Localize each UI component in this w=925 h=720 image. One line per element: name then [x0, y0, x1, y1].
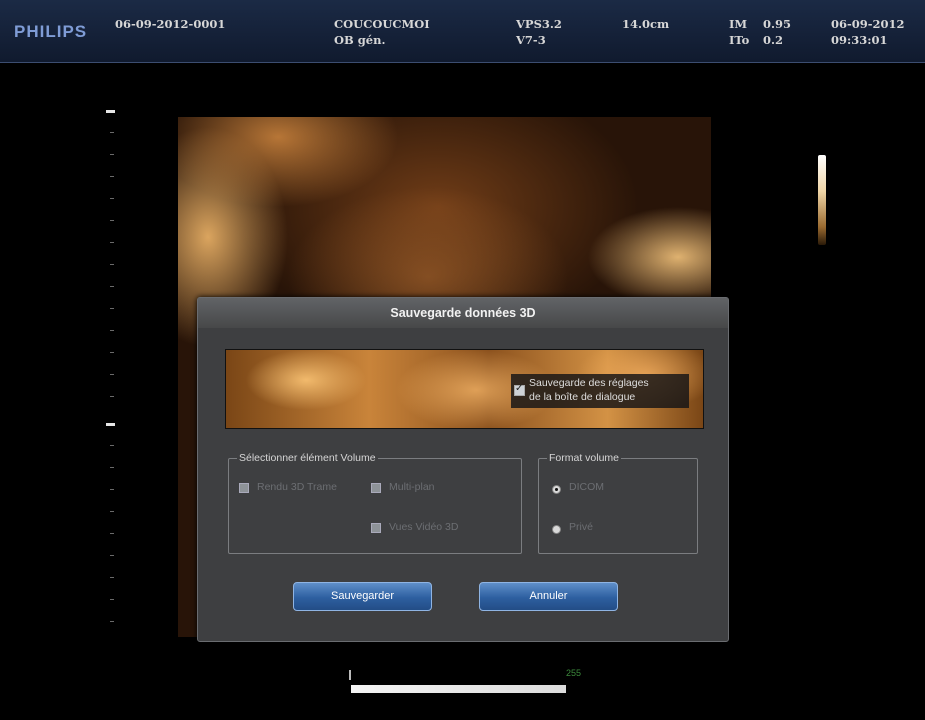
save-settings-label-line2: de la boîte de dialogue: [529, 391, 636, 403]
depth-tick: [110, 511, 114, 512]
probe-name: V7-3: [516, 33, 546, 47]
multiplan-label: Multi-plan: [389, 481, 435, 493]
depth-tick: [106, 110, 115, 113]
depth-tick: [110, 198, 114, 199]
grayscale-min-tick: [349, 670, 351, 680]
exam-preset: OB gén.: [334, 33, 386, 47]
exam-date: 06-09-2012: [831, 17, 905, 31]
video-3d-checkbox[interactable]: [371, 523, 381, 533]
depth-readout: 14.0cm: [622, 17, 670, 31]
depth-tick: [110, 599, 114, 600]
gain-color-bar: [818, 155, 826, 245]
depth-tick: [110, 154, 114, 155]
depth-tick: [110, 242, 114, 243]
grayscale-max-label: 255: [566, 668, 582, 678]
depth-tick: [110, 621, 114, 622]
depth-tick: [110, 132, 114, 133]
depth-tick: [110, 489, 114, 490]
depth-tick: [110, 445, 114, 446]
depth-tick: [110, 220, 114, 221]
save-dialog-settings-option[interactable]: Sauvegarde des réglages de la boîte de d…: [511, 374, 689, 408]
depth-scale: [100, 105, 120, 635]
video-3d-label: Vues Vidéo 3D: [389, 521, 459, 533]
depth-tick: [110, 286, 114, 287]
volume-format-group: Format volume DICOM Privé: [538, 451, 698, 554]
tis-label: ITo: [729, 33, 750, 47]
mi-label: IM: [729, 17, 748, 31]
grayscale-bar: [351, 685, 566, 693]
render-3d-checkbox[interactable]: [239, 483, 249, 493]
status-header: PHILIPS 06-09-2012-0001 COUCOUCMOI OB gé…: [0, 0, 925, 63]
depth-tick: [110, 374, 114, 375]
depth-tick: [110, 264, 114, 265]
depth-tick: [110, 308, 114, 309]
mi-value: 0.95: [763, 17, 792, 31]
depth-tick: [110, 352, 114, 353]
save-settings-checkbox[interactable]: [514, 383, 525, 396]
depth-tick: [110, 533, 114, 534]
software-version: VPS3.2: [516, 17, 562, 31]
depth-tick: [110, 396, 114, 397]
save-settings-label-line1: Sauvegarde des réglages: [529, 377, 649, 389]
depth-tick: [106, 423, 115, 426]
dialog-title: Sauvegarde données 3D: [198, 298, 728, 328]
tis-value: 0.2: [763, 33, 784, 47]
cancel-button[interactable]: Annuler: [479, 582, 618, 611]
format-private-label: Privé: [569, 521, 593, 533]
format-dicom-label: DICOM: [569, 481, 604, 493]
format-group-label: Format volume: [547, 451, 622, 465]
volume-element-group: Sélectionner élément Volume Rendu 3D Tra…: [228, 451, 522, 554]
format-dicom-radio[interactable]: [552, 485, 561, 494]
exam-time: 09:33:01: [831, 33, 888, 47]
study-id: 06-09-2012-0001: [115, 17, 226, 31]
volume-preview: Sauvegarde des réglages de la boîte de d…: [225, 349, 704, 429]
depth-tick: [110, 330, 114, 331]
volume-group-label: Sélectionner élément Volume: [237, 451, 378, 465]
brand-logo: PHILIPS: [14, 22, 88, 41]
depth-tick: [110, 577, 114, 578]
depth-tick: [110, 467, 114, 468]
render-3d-label: Rendu 3D Trame: [257, 481, 337, 493]
save-3d-dialog: Sauvegarde données 3D Sauvegarde des rég…: [197, 297, 729, 642]
format-private-radio[interactable]: [552, 525, 561, 534]
depth-tick: [110, 176, 114, 177]
save-button[interactable]: Sauvegarder: [293, 582, 432, 611]
multiplan-checkbox[interactable]: [371, 483, 381, 493]
patient-name: COUCOUCMOI: [334, 17, 430, 31]
depth-tick: [110, 555, 114, 556]
